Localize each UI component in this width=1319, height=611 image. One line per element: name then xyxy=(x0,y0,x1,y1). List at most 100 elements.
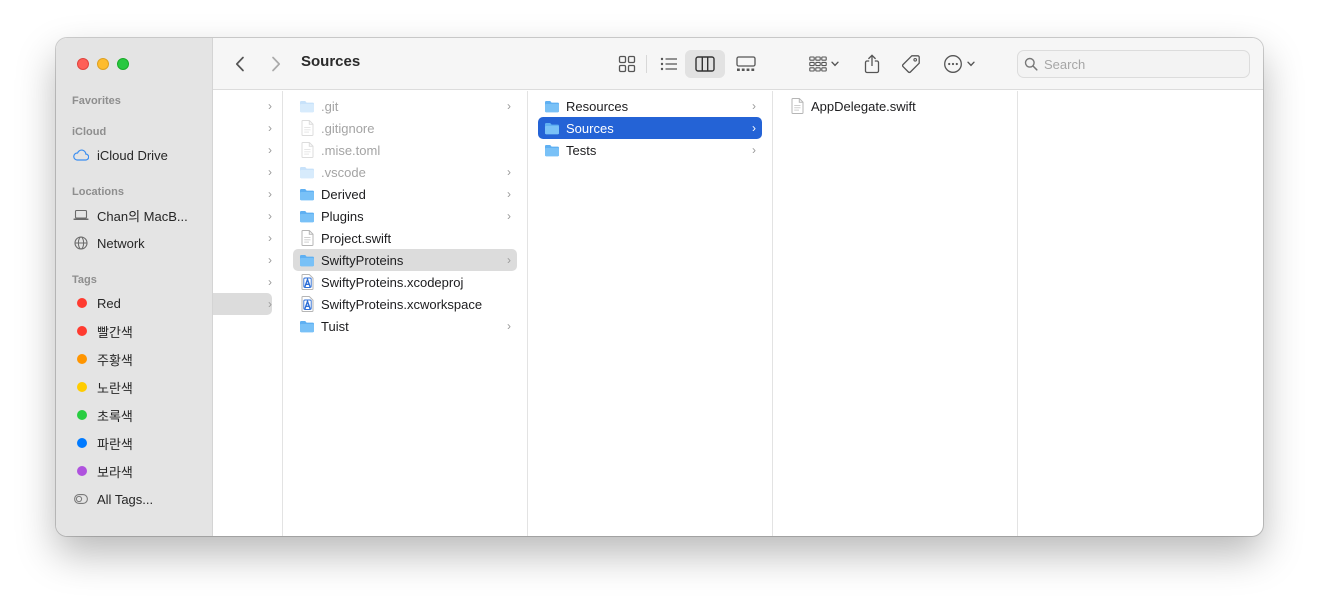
sidebar-item-macbook[interactable]: Chan의 MacB... xyxy=(73,204,188,226)
list-icon xyxy=(660,57,677,71)
sidebar-item-label: 빨간색 xyxy=(97,324,133,340)
icon-view-button[interactable] xyxy=(609,50,645,78)
folder-row[interactable]: Sources › xyxy=(538,117,762,139)
search-input[interactable] xyxy=(1044,56,1234,72)
sidebar-item-tag-orange[interactable]: 주황색 xyxy=(73,348,133,370)
all-tags-icon xyxy=(73,491,89,507)
chevron-right-icon: › xyxy=(507,253,511,267)
folder-icon xyxy=(299,100,315,113)
close-button[interactable] xyxy=(77,58,89,70)
tag-dot-icon xyxy=(77,382,87,392)
sidebar-item-label: iCloud Drive xyxy=(97,147,168,163)
file-row[interactable]: .mise.toml xyxy=(293,139,517,161)
group-button[interactable] xyxy=(805,50,843,78)
folder-row[interactable]: .git › xyxy=(293,95,517,117)
folder-row[interactable]: Resources › xyxy=(538,95,762,117)
item-name: Resources xyxy=(566,98,629,114)
chevron-right-icon[interactable]: › xyxy=(268,227,272,249)
chevron-right-icon: › xyxy=(507,209,511,223)
toolbar-divider xyxy=(646,55,647,73)
sidebar-item-tag-red[interactable]: Red xyxy=(73,292,121,314)
locations-header: Locations xyxy=(72,186,124,198)
chevron-right-icon[interactable]: › xyxy=(268,139,272,161)
gallery-view-button[interactable] xyxy=(727,50,765,78)
chevron-down-icon xyxy=(831,61,839,67)
traffic-lights xyxy=(77,58,129,70)
finder-window: Favorites iCloud iCloud Drive Locations … xyxy=(56,38,1263,536)
list-view-button[interactable] xyxy=(650,50,688,78)
item-name: SwiftyProteins.xcworkspace xyxy=(321,296,483,312)
sidebar-item-tag-purple[interactable]: 보라색 xyxy=(73,460,133,482)
folder-icon xyxy=(544,122,560,135)
more-icon xyxy=(944,55,962,73)
search-field[interactable] xyxy=(1017,50,1250,78)
folder-row[interactable]: .vscode › xyxy=(293,161,517,183)
chevron-right-icon[interactable]: › xyxy=(268,95,272,117)
folder-icon xyxy=(299,254,315,267)
forward-button[interactable] xyxy=(265,50,287,78)
chevron-right-icon: › xyxy=(752,143,756,157)
columns-icon xyxy=(695,56,715,72)
folder-row[interactable]: Plugins › xyxy=(293,205,517,227)
laptop-icon xyxy=(73,207,89,223)
sidebar-item-all-tags[interactable]: All Tags... xyxy=(73,488,153,510)
folder-row[interactable]: SwiftyProteins › xyxy=(293,249,517,271)
file-row[interactable]: Project.swift xyxy=(293,227,517,249)
folder-icon xyxy=(299,210,315,223)
folder-row[interactable]: Derived › xyxy=(293,183,517,205)
sidebar-item-label: Red xyxy=(97,295,121,311)
tags-button[interactable] xyxy=(897,50,925,78)
column-2: .git › .gitignore .mise.toml .vscode › Derived… xyxy=(283,91,528,536)
sidebar-item-tag-red-ko[interactable]: 빨간색 xyxy=(73,320,133,342)
selected-row-highlight[interactable] xyxy=(213,293,272,315)
sidebar-item-tag-blue[interactable]: 파란색 xyxy=(73,432,133,454)
folder-row[interactable]: Tests › xyxy=(538,139,762,161)
chevron-right-icon[interactable]: › xyxy=(268,117,272,139)
chevron-right-icon[interactable]: › xyxy=(268,249,272,271)
sidebar-item-label: Chan의 MacB... xyxy=(97,208,188,224)
item-name: Sources xyxy=(566,120,614,136)
sidebar-item-label: 노란색 xyxy=(97,380,133,396)
item-name: Project.swift xyxy=(321,230,392,246)
chevron-down-icon xyxy=(967,61,975,67)
chevron-right-icon[interactable]: › xyxy=(268,205,272,227)
item-name: Plugins xyxy=(321,208,364,224)
tag-dot-icon xyxy=(77,298,87,308)
sidebar-item-tag-yellow[interactable]: 노란색 xyxy=(73,376,133,398)
tag-dot-icon xyxy=(77,326,87,336)
minimize-button[interactable] xyxy=(97,58,109,70)
chevron-right-icon[interactable]: › xyxy=(268,271,272,293)
search-icon xyxy=(1024,57,1038,71)
favorites-header: Favorites xyxy=(72,95,121,107)
folder-icon xyxy=(299,188,315,201)
folder-row[interactable]: Tuist › xyxy=(293,315,517,337)
file-row[interactable]: AppDelegate.swift xyxy=(783,95,1007,117)
column-browser: › › › › › › › › › › .git › .gitignore .mise… xyxy=(213,91,1263,536)
file-row[interactable]: SwiftyProteins.xcodeproj xyxy=(293,271,517,293)
sidebar-item-icloud-drive[interactable]: iCloud Drive xyxy=(73,144,168,166)
sidebar-item-tag-green[interactable]: 초록색 xyxy=(73,404,133,426)
item-name: AppDelegate.swift xyxy=(811,98,916,114)
back-button[interactable] xyxy=(229,50,251,78)
item-name: .git xyxy=(321,98,339,114)
window-title: Sources xyxy=(301,53,361,70)
share-button[interactable] xyxy=(859,50,885,78)
file-row[interactable]: .gitignore xyxy=(293,117,517,139)
chevron-right-icon[interactable]: › xyxy=(268,161,272,183)
chevron-right-icon[interactable]: › xyxy=(268,183,272,205)
column-view-button[interactable] xyxy=(685,50,725,78)
document-icon xyxy=(789,98,805,114)
chevron-right-icon[interactable]: › xyxy=(268,293,272,315)
file-row[interactable]: SwiftyProteins.xcworkspace xyxy=(293,293,517,315)
sidebar-item-label: 주황색 xyxy=(97,352,133,368)
item-name: SwiftyProteins.xcodeproj xyxy=(321,274,464,290)
folder-icon xyxy=(299,166,315,179)
sidebar-item-network[interactable]: Network xyxy=(73,232,145,254)
sidebar-item-label: 초록색 xyxy=(97,408,133,424)
action-button[interactable] xyxy=(937,50,981,78)
chevron-right-icon: › xyxy=(507,99,511,113)
zoom-button[interactable] xyxy=(117,58,129,70)
column-3: Resources › Sources › Tests › xyxy=(528,91,773,536)
document-icon xyxy=(299,142,315,158)
chevron-right-icon: › xyxy=(752,121,756,135)
